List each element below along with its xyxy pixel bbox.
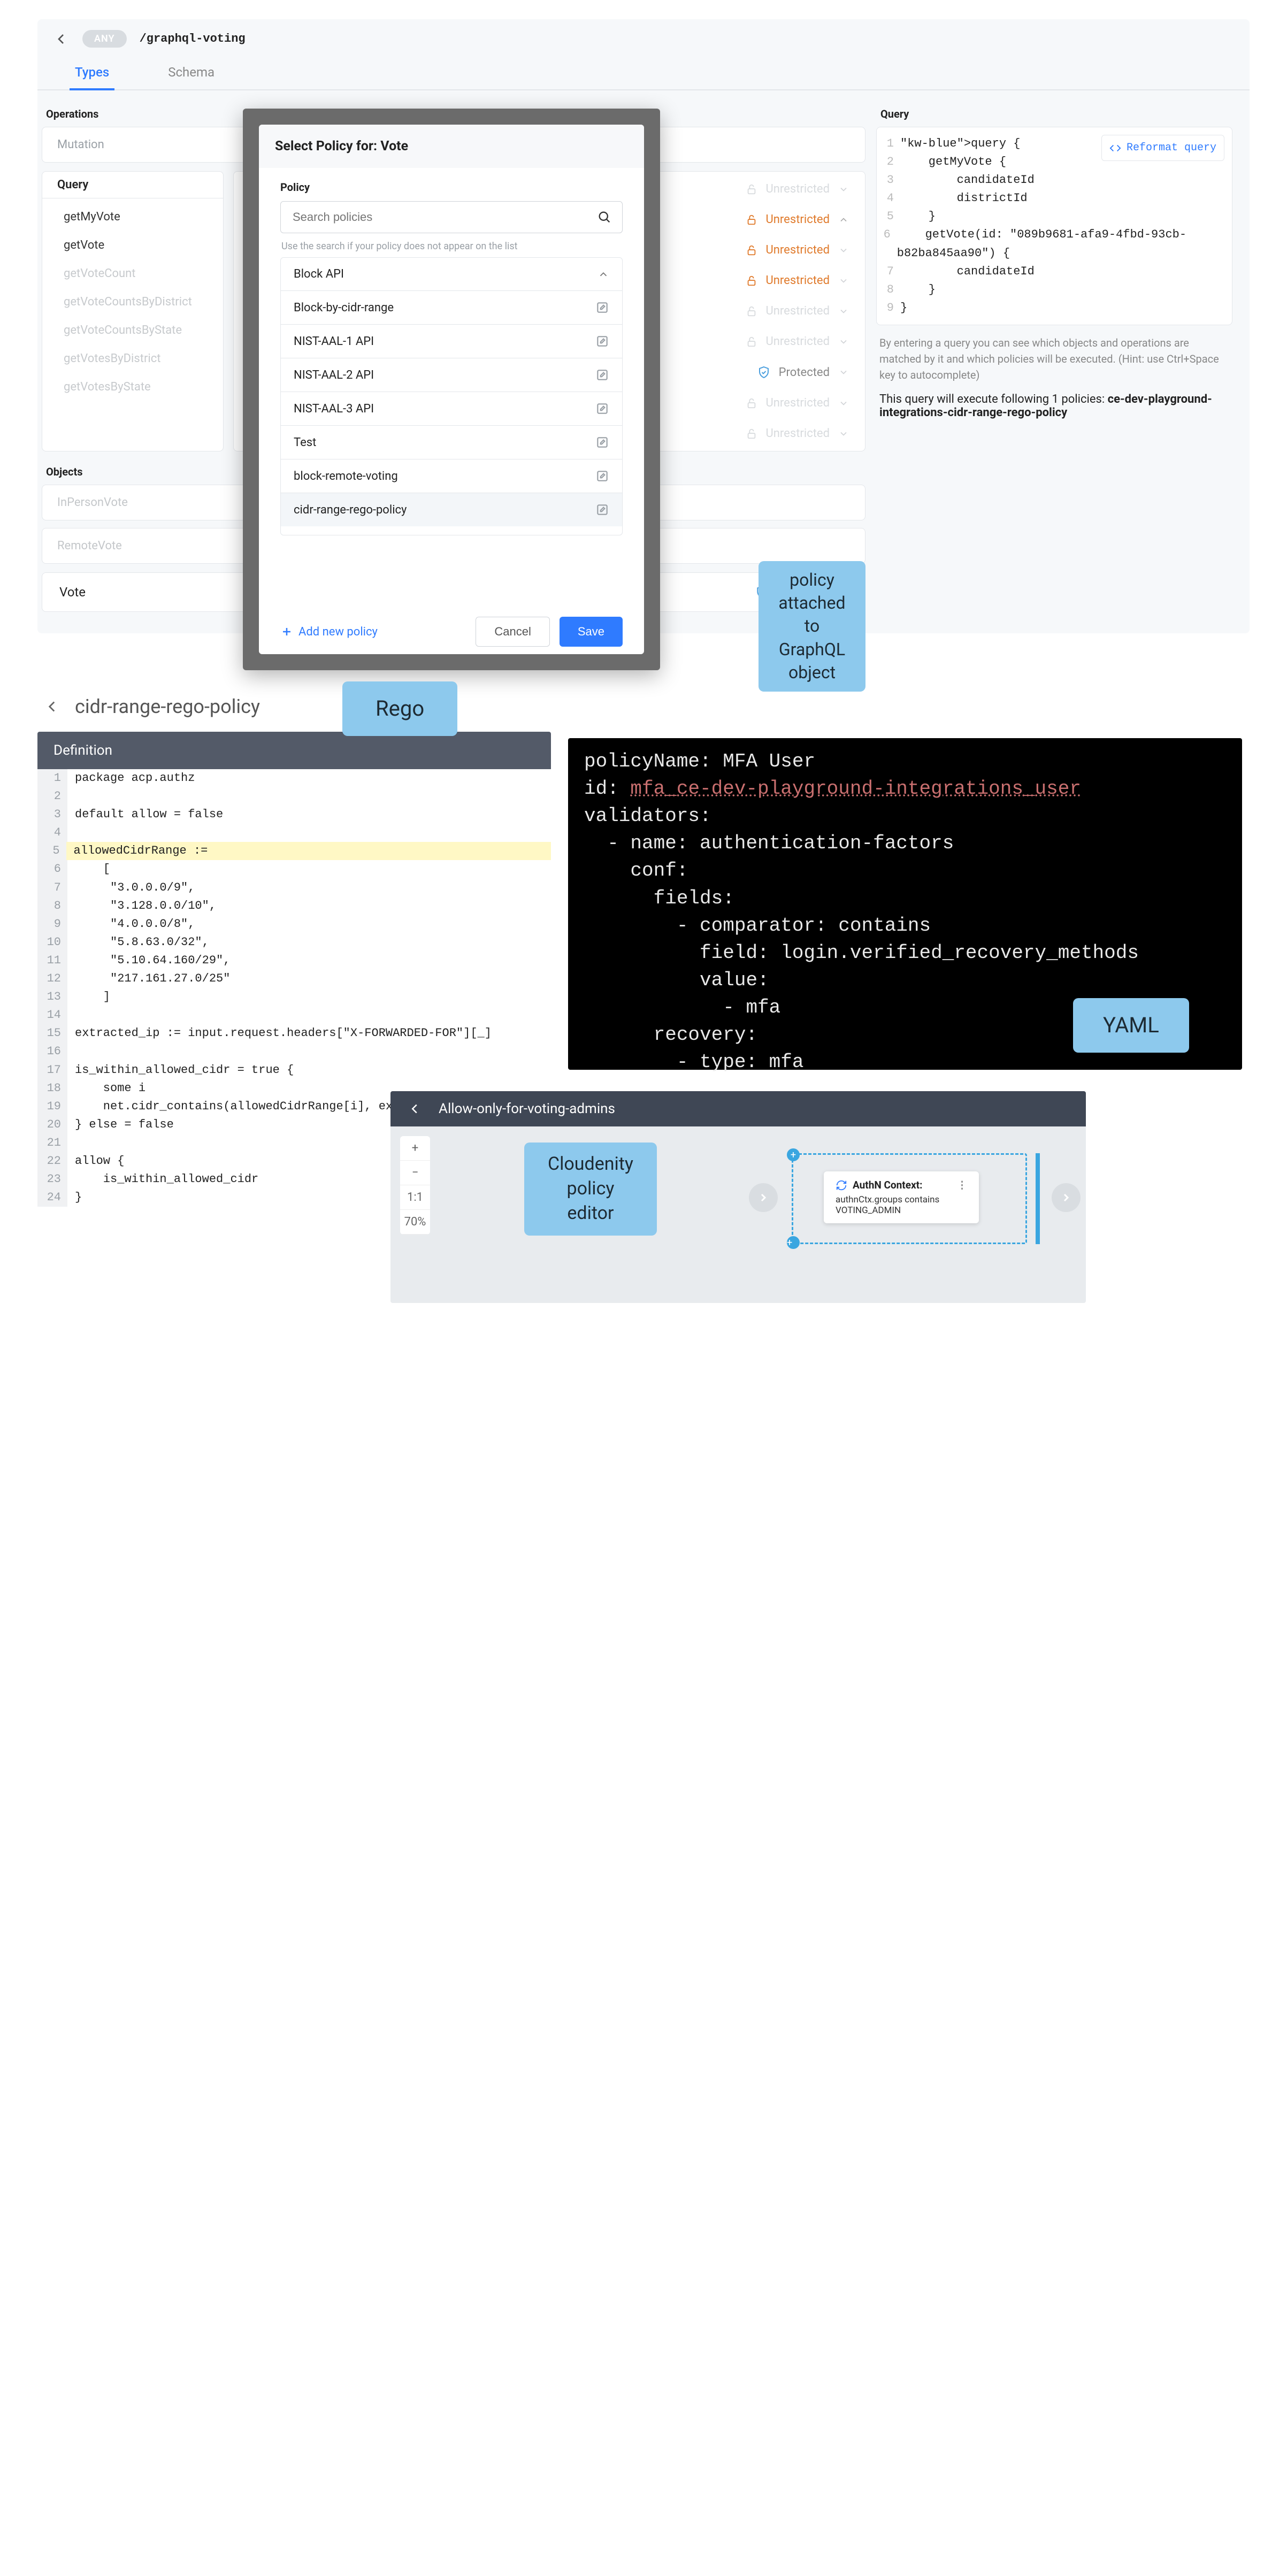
- zoom-button[interactable]: +: [400, 1136, 430, 1161]
- policy-item[interactable]: block-remote-voting: [281, 459, 622, 493]
- query-item[interactable]: getMyVote: [42, 203, 223, 231]
- plus-icon: [280, 625, 293, 638]
- tab-types[interactable]: Types: [70, 55, 114, 90]
- query-header: Query: [42, 172, 223, 198]
- query-editor[interactable]: 1"kw-blue">query {2 getMyVote {3 candida…: [876, 127, 1232, 325]
- query-item[interactable]: getVotesByState: [42, 373, 223, 401]
- edit-icon[interactable]: [595, 435, 609, 449]
- query-item[interactable]: getVoteCountsByDistrict: [42, 288, 223, 316]
- callout-yaml: YAML: [1073, 998, 1189, 1053]
- policy-item[interactable]: NIST-AAL-3 API: [281, 392, 622, 426]
- search-input[interactable]: [280, 201, 623, 233]
- flow-start-node[interactable]: [749, 1183, 778, 1212]
- lock-open-icon: [746, 244, 757, 257]
- modal-title: Select Policy for: Vote: [259, 125, 644, 168]
- lock-open-icon: [746, 427, 757, 440]
- policy-item[interactable]: NIST-AAL-1 API: [281, 325, 622, 358]
- policy-item[interactable]: Test: [281, 426, 622, 459]
- refresh-icon: [836, 1179, 847, 1191]
- search-hint: Use the search if your policy does not a…: [281, 241, 622, 252]
- plus-handle-icon[interactable]: +: [787, 1148, 800, 1161]
- query-item[interactable]: getVotesByDistrict: [42, 344, 223, 373]
- query-title: Query: [880, 108, 1232, 120]
- edit-icon[interactable]: [595, 402, 609, 416]
- back-arrow-icon[interactable]: [52, 30, 70, 48]
- shield-check-icon: [757, 365, 770, 379]
- lock-open-icon: [746, 305, 757, 318]
- lock-open-icon: [746, 274, 757, 287]
- back-arrow-icon[interactable]: [407, 1101, 423, 1117]
- chevron-down-icon[interactable]: [838, 336, 849, 347]
- reformat-button[interactable]: Reformat query: [1101, 135, 1224, 161]
- back-arrow-icon[interactable]: [43, 697, 61, 716]
- policy-editor-panel: Allow-only-for-voting-admins +−1:170% Cl…: [390, 1091, 1086, 1303]
- edit-icon[interactable]: [595, 301, 609, 315]
- more-icon[interactable]: ⋮: [957, 1179, 967, 1191]
- lock-open-icon: [746, 335, 757, 348]
- policy-item[interactable]: cidr-range-rego-policy: [281, 493, 622, 526]
- definition-header: Definition: [37, 732, 551, 769]
- zoom-button[interactable]: 70%: [400, 1210, 430, 1235]
- edit-icon[interactable]: [595, 469, 609, 483]
- zoom-toolbar: +−1:170%: [400, 1136, 430, 1235]
- edit-icon[interactable]: [595, 503, 609, 517]
- plus-handle-icon[interactable]: +: [787, 1236, 800, 1249]
- chevron-right-icon: [757, 1191, 770, 1204]
- policy-label: Policy: [280, 181, 623, 194]
- breadcrumb: ANY /graphql-voting: [37, 19, 1250, 55]
- graphql-panel: ANY /graphql-voting Types Schema Operati…: [37, 19, 1250, 633]
- cancel-button[interactable]: Cancel: [476, 617, 549, 647]
- edit-icon[interactable]: [595, 368, 609, 382]
- lock-open-icon: [746, 183, 757, 196]
- save-button[interactable]: Save: [560, 617, 623, 647]
- zoom-button[interactable]: 1:1: [400, 1185, 430, 1210]
- vote-label: Vote: [59, 585, 86, 600]
- modal-overlay: Select Policy for: Vote Policy Use the s…: [243, 109, 660, 670]
- chevron-down-icon[interactable]: [838, 428, 849, 439]
- editor-title: Allow-only-for-voting-admins: [439, 1101, 615, 1117]
- policy-item[interactable]: NIST-AAL-2 API: [281, 358, 622, 392]
- rego-title: cidr-range-rego-policy: [75, 695, 260, 718]
- code-icon: [1109, 142, 1121, 154]
- policy-item[interactable]: Block-by-cidr-range: [281, 291, 622, 325]
- path-text: /graphql-voting: [140, 32, 246, 45]
- chevron-up-icon[interactable]: [838, 214, 849, 225]
- callout-rego: Rego: [342, 681, 457, 736]
- policy-modal: Select Policy for: Vote Policy Use the s…: [259, 125, 644, 654]
- flow-card[interactable]: AuthN Context: ⋮ authnCtx.groups contain…: [824, 1171, 979, 1223]
- chevron-down-icon[interactable]: [838, 184, 849, 195]
- tab-schema[interactable]: Schema: [163, 55, 220, 89]
- query-item[interactable]: getVoteCountsByState: [42, 316, 223, 344]
- zoom-button[interactable]: −: [400, 1161, 430, 1185]
- edit-icon[interactable]: [595, 334, 609, 348]
- callout-policy-attached: policy attached to GraphQL object: [759, 561, 865, 692]
- flow-end-node[interactable]: [1052, 1183, 1081, 1212]
- add-policy-button[interactable]: Add new policy: [280, 625, 378, 639]
- policy-item[interactable]: Block API: [281, 258, 622, 291]
- chevron-down-icon[interactable]: [838, 306, 849, 317]
- query-item[interactable]: getVote: [42, 231, 223, 259]
- chevron-down-icon[interactable]: [838, 398, 849, 409]
- chevron-right-icon: [1060, 1191, 1072, 1204]
- lock-open-icon: [746, 397, 757, 410]
- query-help: By entering a query you can see which ob…: [879, 335, 1229, 383]
- chevron-down-icon[interactable]: [838, 367, 849, 378]
- chevron-down-icon[interactable]: [838, 275, 849, 286]
- query-item[interactable]: getVoteCount: [42, 259, 223, 288]
- policy-list[interactable]: Block APIBlock-by-cidr-rangeNIST-AAL-1 A…: [280, 257, 623, 535]
- chevron-up-icon[interactable]: [597, 269, 609, 280]
- chevron-down-icon[interactable]: [838, 245, 849, 256]
- search-icon: [597, 210, 612, 225]
- exec-text: This query will execute following 1 poli…: [879, 393, 1229, 419]
- flow-end-bar: [1036, 1153, 1040, 1244]
- method-pill: ANY: [82, 30, 127, 48]
- lock-open-icon: [746, 213, 757, 226]
- tabs: Types Schema: [37, 55, 1250, 90]
